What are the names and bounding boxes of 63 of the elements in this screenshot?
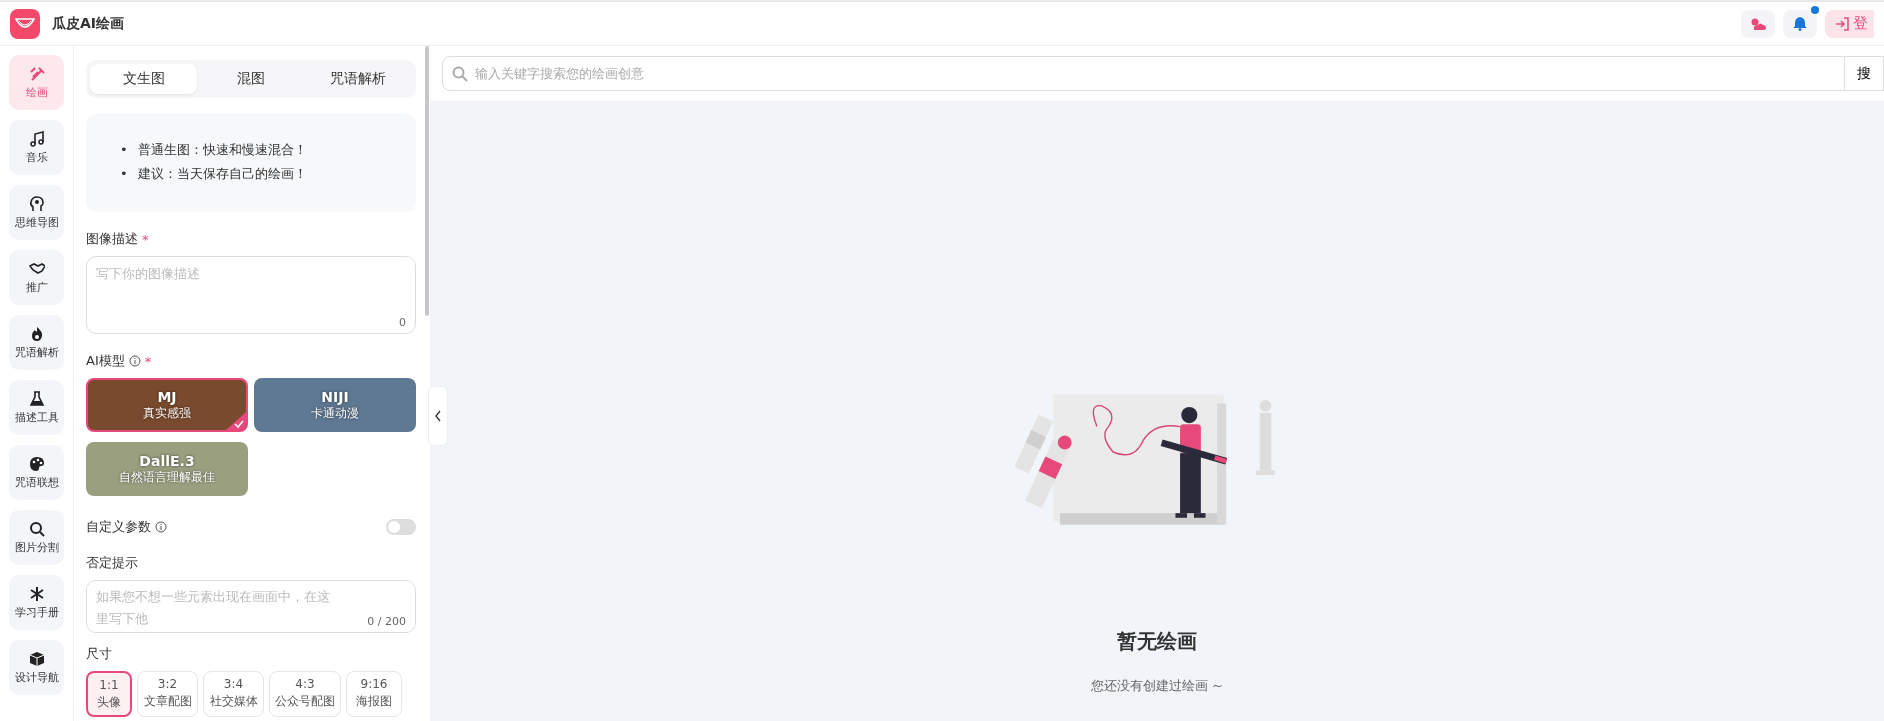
- head-icon: [28, 195, 45, 212]
- chevron-left-icon: [434, 410, 442, 422]
- model-name: DallE.3: [139, 452, 195, 469]
- search-field[interactable]: 输入关键字搜索您的绘画创意: [442, 56, 1845, 91]
- bullet: •: [120, 141, 128, 159]
- palette-icon: [28, 455, 45, 472]
- switch-label: 自定义参数: [86, 518, 151, 536]
- character-counter: 0: [399, 316, 406, 329]
- model-name: NIJI: [321, 388, 349, 405]
- field-label: 图像描述: [86, 230, 138, 248]
- sidebar-item[interactable]: 图片分割: [9, 510, 64, 565]
- info-icon[interactable]: [128, 355, 141, 367]
- sidebar-item[interactable]: 学习手册: [9, 575, 64, 630]
- toggle-switch[interactable]: [386, 519, 416, 535]
- sidebar-item[interactable]: 思维导图: [9, 185, 64, 240]
- flask-icon: [28, 390, 45, 407]
- search-icon: [28, 520, 45, 537]
- model-name: MJ: [157, 388, 177, 405]
- size-option[interactable]: 9:16 海报图: [346, 671, 402, 717]
- mode-tab[interactable]: 文生图: [90, 64, 198, 94]
- model-card[interactable]: MJ 真实感强: [86, 378, 248, 432]
- sidebar-item[interactable]: 音乐: [9, 120, 64, 175]
- cube-icon: [28, 650, 45, 667]
- model-subtitle: 卡通动漫: [311, 405, 359, 422]
- scrollbar[interactable]: [425, 46, 429, 316]
- sun-cloud-icon: [1749, 16, 1767, 31]
- required-mark: *: [142, 231, 149, 247]
- info-icon[interactable]: [155, 521, 167, 533]
- notification-dot: [1811, 5, 1819, 14]
- notification-button[interactable]: [1783, 9, 1817, 38]
- sidebar-item[interactable]: 咒语联想: [9, 445, 64, 500]
- asterisk-icon: [28, 585, 45, 602]
- search-button[interactable]: 搜: [1845, 56, 1884, 91]
- model-card[interactable]: NIJI 卡通动漫: [254, 378, 416, 432]
- sidebar-item[interactable]: 咒语解析: [9, 315, 64, 370]
- character-counter: 0 / 200: [367, 615, 406, 628]
- login-icon: [1835, 16, 1849, 31]
- model-subtitle: 真实感强: [143, 405, 191, 422]
- sidebar-item[interactable]: 设计导航: [9, 640, 64, 695]
- sidebar-item[interactable]: 推广: [9, 250, 64, 305]
- bell-icon: [1793, 16, 1807, 31]
- field-label: AI模型: [86, 352, 125, 370]
- check-icon: [226, 412, 246, 430]
- mode-tab[interactable]: 咒语解析: [304, 64, 412, 94]
- empty-message: 您还没有创建过绘画 ~: [1091, 677, 1223, 695]
- model-subtitle: 自然语言理解最佳: [119, 468, 215, 486]
- field-label: 尺寸: [86, 645, 112, 663]
- required-mark: *: [144, 353, 152, 369]
- mode-tab[interactable]: 混图: [197, 64, 305, 94]
- notice-item: 普通生图：快速和慢速混合！: [137, 141, 307, 159]
- theme-button[interactable]: [1741, 9, 1775, 38]
- size-option[interactable]: 1:1 头像: [86, 671, 132, 717]
- size-option[interactable]: 3:4 社交媒体: [203, 671, 264, 717]
- app-title: 瓜皮AI绘画: [52, 14, 125, 33]
- logo-icon: [10, 8, 40, 39]
- size-option[interactable]: 4:3 公众号配图: [269, 671, 341, 717]
- music-note-icon: [28, 130, 45, 147]
- sidebar-item[interactable]: 描述工具: [9, 380, 64, 435]
- field-label: 否定提示: [86, 554, 138, 572]
- notice-item: 建议：当天保存自己的绘画！: [137, 165, 307, 183]
- empty-title: 暂无绘画: [1117, 628, 1197, 655]
- size-option[interactable]: 3:2 文章配图: [137, 671, 198, 717]
- bullet: •: [120, 165, 128, 183]
